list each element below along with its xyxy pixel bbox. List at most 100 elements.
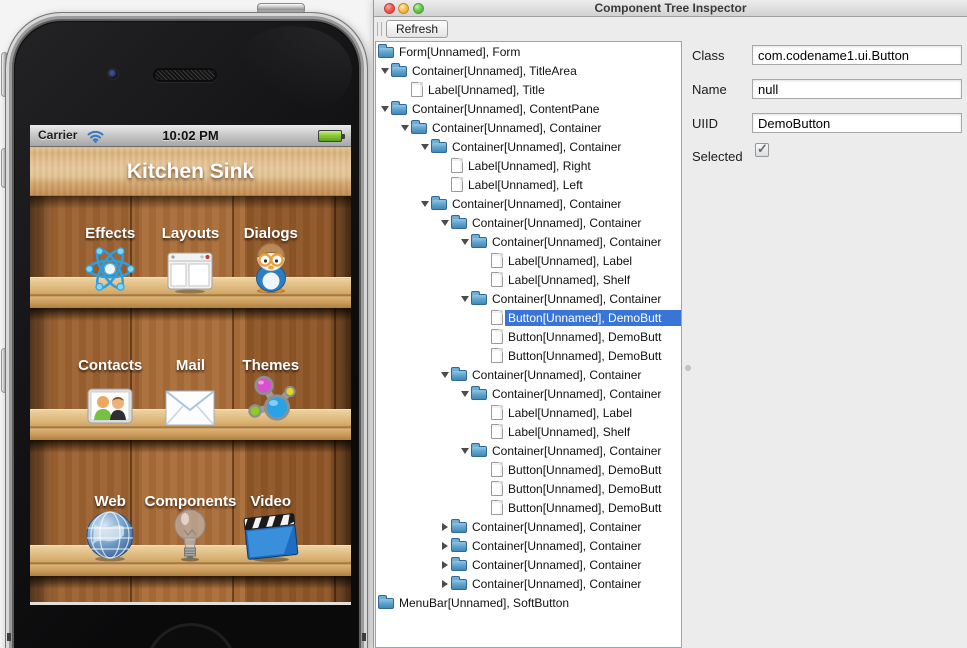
window-titlebar: Component Tree Inspector [374,0,967,17]
file-icon [491,481,503,496]
tree-row[interactable]: Container[Unnamed], ContentPane [376,99,681,118]
tree-row-label: Container[Unnamed], Container [469,557,644,573]
property-field[interactable] [752,113,962,133]
arrow-spacer [478,270,491,289]
app-item-label[interactable]: Contacts [78,357,142,373]
tree-row[interactable]: Label[Unnamed], Shelf [376,422,681,441]
expanded-arrow-icon[interactable] [378,99,391,118]
tree-row[interactable]: Container[Unnamed], Container [376,365,681,384]
expanded-arrow-icon[interactable] [458,289,471,308]
collapsed-arrow-icon[interactable] [438,517,451,536]
contacts-icon[interactable] [87,388,133,431]
tree-row[interactable]: Container[Unnamed], Container [376,118,681,137]
tree-row[interactable]: Container[Unnamed], Container [376,517,681,536]
shelf-row-1: Effects Layouts Dialogs [30,225,351,325]
selected-checkbox[interactable] [755,143,769,157]
folder-icon [378,598,394,609]
globe-icon[interactable] [84,510,136,567]
toolbar-drag-handle[interactable] [377,22,382,36]
tree-row[interactable]: MenuBar[Unnamed], SoftButton [376,593,681,612]
tree-row-label: Container[Unnamed], ContentPane [409,101,602,117]
penguin-icon[interactable] [249,240,293,299]
tree-row[interactable]: Button[Unnamed], DemoButt [376,498,681,517]
app-item-label[interactable]: Effects [85,225,135,241]
tree-row[interactable]: Label[Unnamed], Label [376,403,681,422]
tree-row-label: Label[Unnamed], Label [505,253,635,269]
arrow-spacer [478,308,491,327]
app-item-label[interactable]: Mail [176,357,205,373]
arrow-spacer [478,460,491,479]
tree-row[interactable]: Container[Unnamed], Container [376,137,681,156]
tree-row[interactable]: Container[Unnamed], Container [376,289,681,308]
tree-row[interactable]: Container[Unnamed], Container [376,441,681,460]
expanded-arrow-icon[interactable] [418,194,431,213]
app-item-label[interactable]: Dialogs [244,225,298,241]
expanded-arrow-icon[interactable] [438,213,451,232]
tree-row[interactable]: Container[Unnamed], Container [376,555,681,574]
expanded-arrow-icon[interactable] [458,232,471,251]
tree-row-label: Container[Unnamed], Container [469,367,644,383]
collapsed-arrow-icon[interactable] [438,574,451,593]
app-title-bar: Kitchen Sink [30,147,351,196]
clapperboard-icon[interactable] [242,512,300,567]
tree-row-label: Label[Unnamed], Title [425,82,548,98]
tree-row[interactable]: Container[Unnamed], Container [376,232,681,251]
expanded-arrow-icon[interactable] [438,365,451,384]
tree-row[interactable]: Button[Unnamed], DemoButt [376,327,681,346]
window-icon[interactable] [167,252,213,299]
component-tree-inspector-window: Component Tree Inspector Refresh Form[Un… [373,0,967,648]
tree-row-label: Label[Unnamed], Left [465,177,586,193]
tree-row[interactable]: Label[Unnamed], Title [376,80,681,99]
tree-row-label: Container[Unnamed], Container [489,234,664,250]
tree-row[interactable]: Form[Unnamed], Form [376,42,681,61]
molecule-icon[interactable] [245,374,297,431]
tree-row[interactable]: Container[Unnamed], Container [376,213,681,232]
tree-row[interactable]: Button[Unnamed], DemoButt [376,346,681,365]
folder-icon [451,541,467,552]
shelf-labels-row: Effects Layouts Dialogs [30,225,351,241]
shelf-background: Effects Layouts Dialogs Contacts Mail Themes [30,196,351,602]
refresh-button[interactable]: Refresh [386,20,448,38]
expanded-arrow-icon[interactable] [458,384,471,403]
tree-row[interactable]: Label[Unnamed], Left [376,175,681,194]
app-item-label[interactable]: Components [145,493,237,509]
app-item-label[interactable]: Themes [242,357,299,373]
expanded-arrow-icon[interactable] [398,118,411,137]
status-bar: Carrier 10:02 PM [30,125,351,147]
property-field[interactable] [752,79,962,99]
screen-bottom-edge [30,602,351,605]
envelope-icon[interactable] [165,390,215,431]
folder-icon [431,199,447,210]
app-item-label[interactable]: Layouts [162,225,220,241]
tree-row[interactable]: Container[Unnamed], Container [376,574,681,593]
app-item-label[interactable]: Video [250,493,291,509]
folder-icon [451,218,467,229]
expanded-arrow-icon[interactable] [418,137,431,156]
lightbulb-icon[interactable] [173,508,207,567]
file-icon [491,310,503,325]
expanded-arrow-icon[interactable] [458,441,471,460]
tree-row[interactable]: Button[Unnamed], DemoButt [376,308,681,327]
expanded-arrow-icon[interactable] [378,61,391,80]
tree-row[interactable]: Container[Unnamed], Container [376,384,681,403]
tree-row[interactable]: Button[Unnamed], DemoButt [376,479,681,498]
tree-row[interactable]: Container[Unnamed], Container [376,194,681,213]
arrow-spacer [478,346,491,365]
tree-row[interactable]: Container[Unnamed], Container [376,536,681,555]
app-item-label[interactable]: Web [94,493,125,509]
tree-row[interactable]: Label[Unnamed], Shelf [376,270,681,289]
shelf-labels-row: Web Components Video [30,493,351,509]
atom-icon[interactable] [84,244,136,299]
arrow-spacer [478,251,491,270]
tree-row[interactable]: Button[Unnamed], DemoButt [376,460,681,479]
tree-row-label: Label[Unnamed], Right [465,158,594,174]
tree-row[interactable]: Label[Unnamed], Label [376,251,681,270]
property-field[interactable] [752,45,962,65]
tree-row[interactable]: Container[Unnamed], TitleArea [376,61,681,80]
collapsed-arrow-icon[interactable] [438,536,451,555]
collapsed-arrow-icon[interactable] [438,555,451,574]
property-label: Name [692,82,727,97]
tree-row[interactable]: Label[Unnamed], Right [376,156,681,175]
tree-row-label: Container[Unnamed], Container [469,215,644,231]
splitter-handle[interactable] [685,365,691,371]
